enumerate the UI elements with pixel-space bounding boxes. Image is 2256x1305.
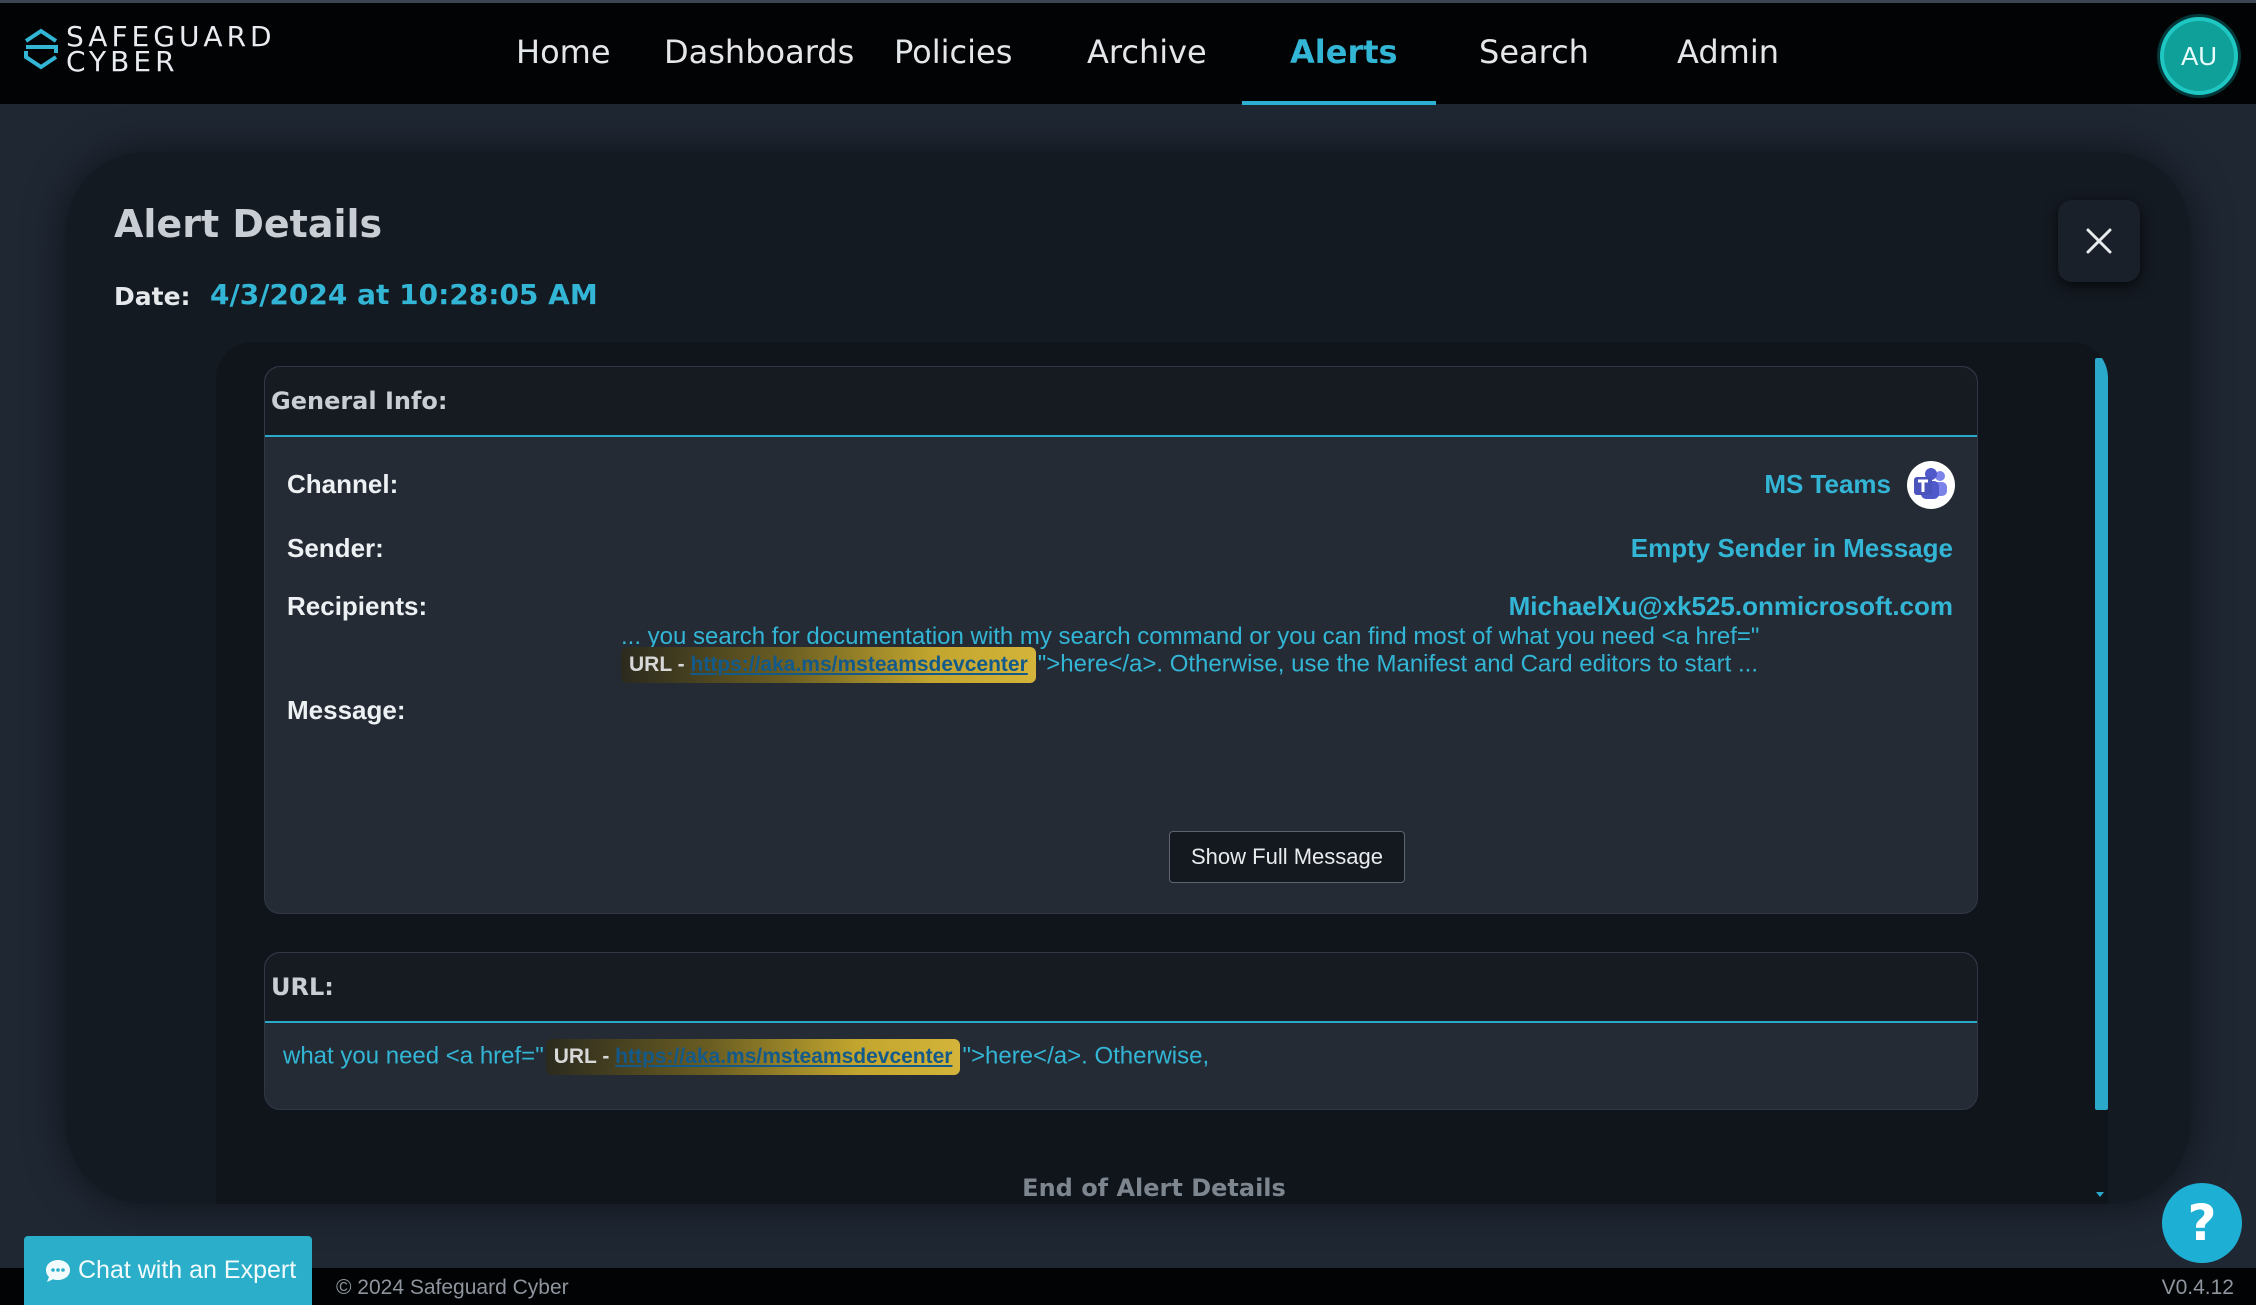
user-avatar[interactable]: AU [2160,17,2238,95]
chat-bubble-icon [46,1259,70,1282]
close-icon [2086,228,2112,254]
help-button[interactable]: ? [2162,1183,2242,1263]
url-prefix-text: what you need <a href=" [283,1042,544,1070]
modal-title: Alert Details [114,202,383,246]
date-value: 4/3/2024 at 10:28:05 AM [210,278,598,311]
footer-bar: © 2024 Safeguard Cyber V0.4.12 [0,1268,2256,1305]
url-card: URL: what you need <a href=" URL - https:… [264,952,1978,1110]
nav-dashboards[interactable]: Dashboards [664,33,854,77]
nav-admin[interactable]: Admin [1677,33,1779,77]
url-body-text: what you need <a href=" URL - https://aka… [283,1039,1209,1075]
show-full-message-button[interactable]: Show Full Message [1169,831,1405,883]
nav-home[interactable]: Home [516,33,611,77]
url-chip-prefix: URL - [629,653,691,676]
message-text-line-2: URL - https://aka.ms/msteamsdevcenter ">… [619,647,1758,683]
url-chip-link[interactable]: https://aka.ms/msteamsdevcenter [690,653,1027,676]
nav-alerts[interactable]: Alerts [1290,33,1398,77]
recipients-value: MichaelXu@xk525.onmicrosoft.com [1508,591,1953,621]
alert-details-modal: Alert Details Date: 4/3/2024 at 10:28:05… [66,152,2190,1204]
vertical-scrollbar[interactable] [2092,342,2108,1204]
ms-teams-icon [1907,461,1955,509]
scroll-down-arrow-icon[interactable] [2096,1192,2104,1197]
chat-with-expert-button[interactable]: Chat with an Expert [24,1236,312,1305]
url-section-chip-prefix: URL - [553,1045,616,1068]
sender-label: Sender: [287,533,384,563]
nav-archive[interactable]: Archive [1087,33,1207,77]
copyright-text: © 2024 Safeguard Cyber [336,1276,569,1299]
sender-value: Empty Sender in Message [1630,533,1953,563]
top-nav-bar: SAFEGUARD CYBER Home Dashboards Policies… [0,0,2256,105]
chat-button-label: Chat with an Expert [78,1256,297,1284]
end-of-alert-details: End of Alert Details [1022,1174,1286,1202]
active-tab-indicator [1242,101,1436,105]
url-section-chip[interactable]: URL - https://aka.ms/msteamsdevcenter [545,1039,961,1075]
version-text: V0.4.12 [2161,1276,2234,1299]
message-url-chip[interactable]: URL - https://aka.ms/msteamsdevcenter [621,647,1036,683]
url-suffix-text: ">here</a>. Otherwise, [962,1042,1210,1070]
url-section-chip-link[interactable]: https://aka.ms/msteamsdevcenter [615,1045,952,1068]
safeguard-cyber-logo[interactable]: SAFEGUARD CYBER [22,23,302,76]
channel-label: Channel: [287,469,399,499]
scroll-up-arrow-icon[interactable] [2096,346,2104,351]
logo-wordmark: SAFEGUARD CYBER [66,23,276,76]
logo-mark-icon [24,28,58,70]
scrollbar-thumb[interactable] [2095,358,2108,1110]
date-label: Date: [114,282,191,311]
close-button[interactable] [2058,200,2140,282]
recipients-label: Recipients: [287,591,428,621]
help-icon: ? [2187,1194,2217,1252]
message-label: Message: [287,695,406,725]
nav-policies[interactable]: Policies [894,33,1012,77]
nav-search[interactable]: Search [1479,33,1589,77]
alert-details-scroll-panel[interactable]: General Info: Channel: MS Teams Sender: … [216,342,2108,1204]
url-header: URL: [265,953,1977,1023]
general-info-header: General Info: [265,367,1977,437]
general-info-card: General Info: Channel: MS Teams Sender: … [264,366,1978,914]
message-line-2-suffix: ">here</a>. Otherwise, use the Manifest … [1037,650,1758,678]
channel-value: MS Teams [1764,469,1891,499]
